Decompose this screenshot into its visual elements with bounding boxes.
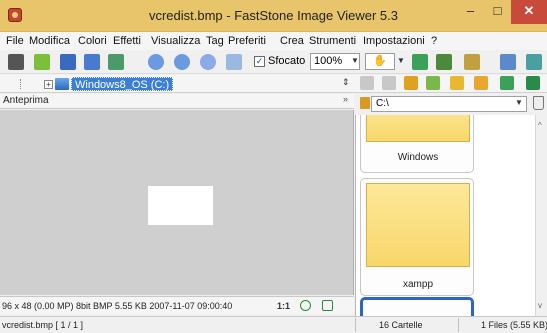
- fit-preview-icon[interactable]: [322, 300, 333, 311]
- minimize-button[interactable]: –: [457, 0, 484, 24]
- thumbnail-scrollbar[interactable]: ^ v: [535, 115, 547, 316]
- smooth-label: Sfocato: [268, 55, 306, 67]
- zoom-dropdown-icon[interactable]: ▼: [351, 56, 359, 65]
- zoom-out-icon[interactable]: [174, 54, 190, 70]
- image-info: 96 x 48 (0.00 MP) 8bit BMP 5.55 KB 2007-…: [2, 301, 233, 311]
- up-folder-icon[interactable]: [404, 76, 418, 90]
- path-bar: C:\ ▼: [355, 94, 547, 114]
- status-files: 1 Files (5.55 KB): [481, 320, 547, 330]
- preview-header: Anteprima »: [0, 94, 354, 109]
- scroll-up-icon[interactable]: ^: [538, 121, 542, 130]
- zoom-in-icon[interactable]: [148, 54, 164, 70]
- menu-effetti[interactable]: Effetti: [113, 35, 141, 47]
- thumbnail-grid: Windows xampp: [355, 115, 535, 316]
- save-as-icon[interactable]: [84, 54, 100, 70]
- forward-icon[interactable]: [382, 76, 396, 90]
- image-info-bar: 96 x 48 (0.00 MP) 8bit BMP 5.55 KB 2007-…: [0, 296, 354, 314]
- status-divider: [458, 318, 459, 332]
- status-bar: vcredist.bmp [ 1 / 1 ] 16 Cartelle 1 Fil…: [0, 316, 547, 333]
- settings-icon[interactable]: [526, 76, 540, 90]
- scroll-down-icon[interactable]: v: [538, 301, 542, 310]
- path-input[interactable]: C:\: [371, 96, 527, 112]
- menu-visualizza[interactable]: Visualizza: [151, 35, 200, 47]
- status-folders: 16 Cartelle: [379, 320, 423, 330]
- drive-icon: [55, 78, 69, 90]
- menu-crea[interactable]: Crea: [280, 35, 304, 47]
- refresh-icon[interactable]: [500, 76, 514, 90]
- thumbnail-vcredist[interactable]: [360, 297, 474, 316]
- folder-tree-row: + Windows8_OS (C:) ⇕: [0, 75, 547, 93]
- menu-tag[interactable]: Tag: [206, 35, 224, 47]
- new-folder-icon[interactable]: [450, 76, 464, 90]
- zoom-ratio-button[interactable]: 1:1: [277, 301, 290, 311]
- resize-icon[interactable]: [526, 54, 542, 70]
- menu-bar: File Modifica Colori Effetti Visualizza …: [0, 32, 547, 50]
- folder-icon[interactable]: [474, 76, 488, 90]
- menu-modifica[interactable]: Modifica: [29, 35, 70, 47]
- thumbnail-xampp[interactable]: xampp: [360, 178, 474, 296]
- menu-preferiti[interactable]: Preferiti: [228, 35, 266, 47]
- smooth-checkbox[interactable]: ✓: [254, 56, 265, 67]
- back-icon[interactable]: [360, 76, 374, 90]
- preview-image: [148, 186, 213, 225]
- fit-icon[interactable]: [200, 54, 216, 70]
- close-button[interactable]: ✕: [511, 0, 547, 24]
- toolbar: ✓ Sfocato 100% ▼ ✋ ▼: [0, 50, 547, 74]
- compare-icon[interactable]: [412, 54, 428, 70]
- save-icon[interactable]: [60, 54, 76, 70]
- camera-icon[interactable]: [8, 54, 24, 70]
- menu-help[interactable]: ?: [431, 35, 437, 47]
- folder-thumbnail-icon: [366, 115, 470, 142]
- sort-icon[interactable]: ⇕: [342, 77, 350, 88]
- preview-title: Anteprima: [3, 95, 49, 106]
- status-divider: [355, 318, 356, 332]
- collapse-preview-button[interactable]: »: [343, 94, 348, 104]
- tree-connector: [20, 79, 44, 89]
- slideshow-icon[interactable]: [464, 54, 480, 70]
- expand-icon[interactable]: +: [44, 80, 53, 89]
- folder-thumbnail-icon: [366, 183, 470, 267]
- thumbnail-label: Windows: [397, 152, 439, 163]
- fit-window-icon[interactable]: [500, 54, 516, 70]
- menu-file[interactable]: File: [6, 35, 24, 47]
- status-file: vcredist.bmp [ 1 / 1 ]: [2, 320, 84, 330]
- thumbnail-windows[interactable]: Windows: [360, 115, 474, 173]
- hand-dropdown-icon[interactable]: ▼: [397, 56, 405, 65]
- fullscreen-icon[interactable]: [226, 54, 242, 70]
- menu-colori[interactable]: Colori: [78, 35, 107, 47]
- actual-size-icon[interactable]: [300, 300, 311, 311]
- menu-impostazioni[interactable]: Impostazioni: [363, 35, 425, 47]
- maximize-button[interactable]: □: [484, 0, 511, 24]
- menu-strumenti[interactable]: Strumenti: [309, 35, 356, 47]
- trash-icon[interactable]: [533, 96, 544, 110]
- tree-item-drive-c[interactable]: Windows8_OS (C:): [71, 77, 174, 91]
- thumbnail-label: xampp: [402, 279, 433, 290]
- title-bar: vcredist.bmp - FastStone Image Viewer 5.…: [0, 0, 547, 32]
- folder-path-icon: [360, 97, 370, 109]
- preview-area[interactable]: [0, 110, 354, 295]
- favorite-folder-icon[interactable]: [426, 76, 440, 90]
- edit-icon[interactable]: [436, 54, 452, 70]
- path-dropdown-icon[interactable]: ▼: [515, 98, 523, 107]
- folder-open-icon[interactable]: [34, 54, 50, 70]
- hand-tool-button[interactable]: ✋: [365, 53, 395, 70]
- print-icon[interactable]: [108, 54, 124, 70]
